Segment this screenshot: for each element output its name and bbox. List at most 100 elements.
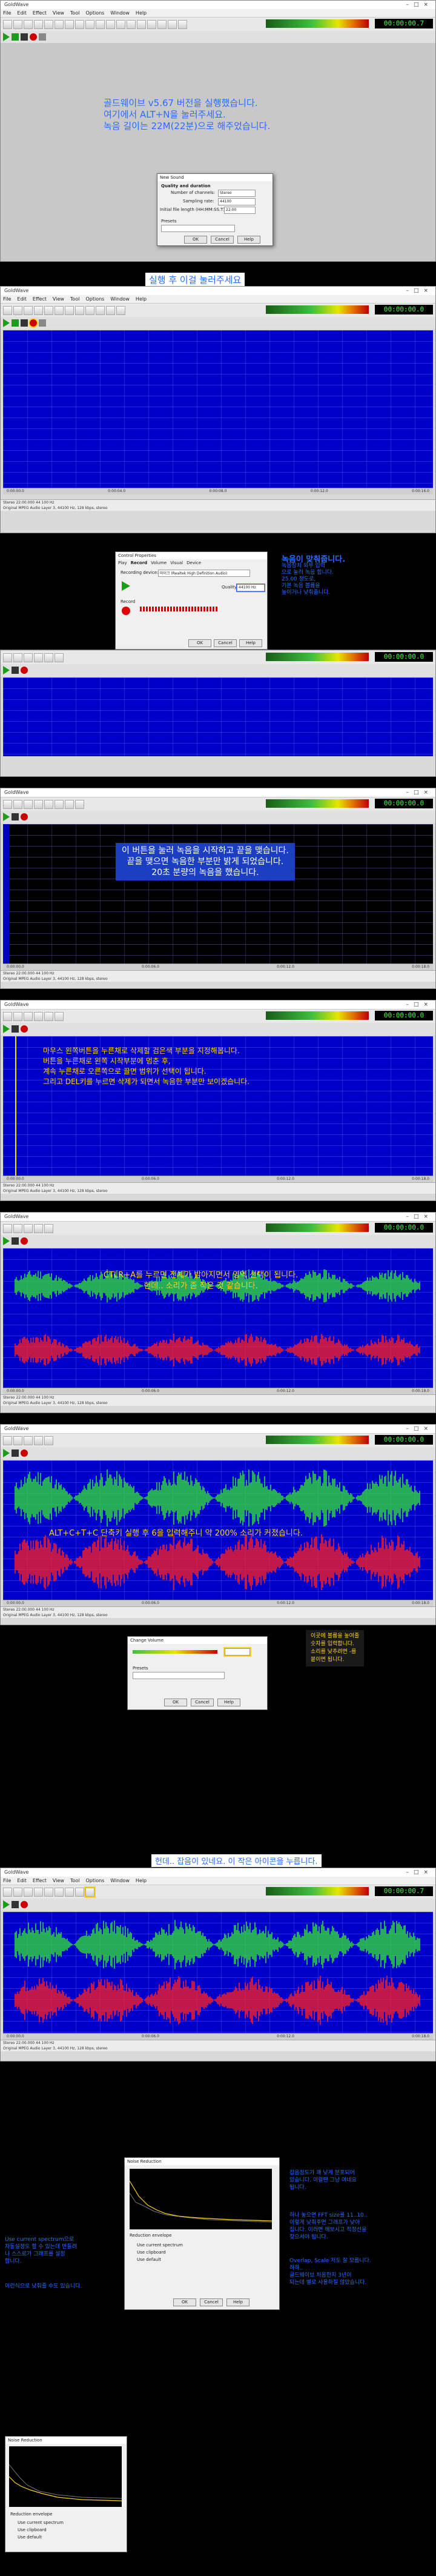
- menu-effect[interactable]: Effect: [33, 1877, 47, 1885]
- tab-device[interactable]: Device: [187, 561, 201, 565]
- spectrum-graph[interactable]: [129, 2169, 272, 2229]
- help-button[interactable]: Help: [226, 2298, 249, 2306]
- record-icon[interactable]: [21, 1025, 28, 1033]
- waveform-area[interactable]: [3, 1912, 433, 2033]
- volume-icon[interactable]: [96, 305, 105, 315]
- zoom-icon[interactable]: [65, 799, 74, 809]
- save-icon[interactable]: [24, 1887, 33, 1897]
- menu-edit[interactable]: Edit: [17, 9, 27, 17]
- cut-icon[interactable]: [34, 1436, 43, 1445]
- selection-start-marker[interactable]: [15, 1036, 16, 1176]
- tab-play[interactable]: Play: [118, 561, 127, 565]
- new-icon[interactable]: [3, 19, 12, 29]
- stop-icon[interactable]: [21, 319, 28, 327]
- cut-icon[interactable]: [34, 653, 43, 662]
- stop-icon[interactable]: [12, 1025, 19, 1033]
- window-controls[interactable]: –□×: [406, 788, 433, 797]
- volume-icon[interactable]: [137, 19, 146, 29]
- cancel-button[interactable]: Cancel: [211, 236, 234, 244]
- pause-icon[interactable]: [39, 33, 46, 41]
- cut-icon[interactable]: [34, 1223, 43, 1233]
- menu-help[interactable]: Help: [136, 1877, 147, 1885]
- paste-icon[interactable]: [54, 1011, 64, 1021]
- play-selection-icon[interactable]: [12, 33, 19, 41]
- new-icon[interactable]: [3, 1887, 12, 1897]
- option-clipboard[interactable]: Use clipboard: [137, 2250, 166, 2255]
- menu-view[interactable]: View: [53, 295, 64, 303]
- play-icon[interactable]: [3, 1449, 10, 1457]
- save-icon[interactable]: [24, 305, 33, 315]
- save-icon[interactable]: [24, 19, 33, 29]
- record-icon[interactable]: [21, 1237, 28, 1245]
- spectrum-graph[interactable]: [8, 2446, 122, 2507]
- copy-icon[interactable]: [44, 653, 53, 662]
- menu-window[interactable]: Window: [110, 295, 130, 303]
- play-icon[interactable]: [3, 1900, 10, 1909]
- effect-icon[interactable]: [157, 19, 167, 29]
- stop-icon[interactable]: [12, 1901, 19, 1908]
- ok-button[interactable]: OK: [188, 639, 211, 647]
- tab-record[interactable]: Record: [131, 561, 148, 565]
- new-icon[interactable]: [3, 799, 12, 809]
- volume-icon[interactable]: [75, 1887, 84, 1897]
- window-controls[interactable]: –□×: [406, 1213, 433, 1221]
- tab-visual[interactable]: Visual: [170, 561, 183, 565]
- option-clipboard[interactable]: Use clipboard: [18, 2528, 47, 2532]
- stop-icon[interactable]: [12, 667, 19, 674]
- stop-icon[interactable]: [12, 813, 19, 820]
- open-icon[interactable]: [13, 1887, 22, 1897]
- play-icon[interactable]: [3, 1025, 10, 1033]
- zoom-icon[interactable]: [85, 305, 94, 315]
- tab-volume[interactable]: Volume: [151, 561, 167, 565]
- copy-icon[interactable]: [44, 1436, 53, 1445]
- trim-icon[interactable]: [96, 19, 105, 29]
- stop-icon[interactable]: [21, 33, 28, 41]
- delete-icon[interactable]: [85, 19, 94, 29]
- play-icon[interactable]: [3, 33, 10, 41]
- paste-icon[interactable]: [54, 653, 64, 662]
- filter-icon[interactable]: [178, 19, 187, 29]
- save-icon[interactable]: [24, 1011, 33, 1021]
- open-icon[interactable]: [13, 305, 22, 315]
- ok-button[interactable]: OK: [164, 1699, 187, 1706]
- copy-icon[interactable]: [44, 1011, 53, 1021]
- new-icon[interactable]: [3, 1011, 12, 1021]
- menu-options[interactable]: Options: [85, 9, 104, 17]
- presets-select[interactable]: [161, 225, 235, 232]
- record-icon[interactable]: [21, 1449, 28, 1457]
- redo-icon[interactable]: [44, 19, 53, 29]
- copy-icon[interactable]: [44, 1887, 53, 1897]
- delete-icon[interactable]: [75, 305, 84, 315]
- window-controls[interactable]: –□×: [406, 1425, 433, 1433]
- play-icon[interactable]: [122, 581, 130, 591]
- stop-icon[interactable]: [12, 1237, 19, 1245]
- ok-button[interactable]: OK: [184, 236, 207, 244]
- menu-view[interactable]: View: [53, 9, 64, 17]
- new-icon[interactable]: [3, 1436, 12, 1445]
- play-icon[interactable]: [3, 1237, 10, 1245]
- play-icon[interactable]: [3, 666, 10, 674]
- play-icon[interactable]: [3, 319, 10, 327]
- menu-tool[interactable]: Tool: [70, 295, 80, 303]
- option-current-spectrum[interactable]: Use current spectrum: [137, 2243, 183, 2248]
- menu-effect[interactable]: Effect: [33, 295, 47, 303]
- new-icon[interactable]: [3, 305, 12, 315]
- channels-select[interactable]: Stereo: [218, 190, 256, 197]
- menu-help[interactable]: Help: [136, 9, 147, 17]
- help-button[interactable]: Help: [239, 639, 262, 647]
- menu-tool[interactable]: Tool: [70, 1877, 80, 1885]
- paste-icon[interactable]: [75, 19, 84, 29]
- help-button[interactable]: Help: [237, 236, 260, 244]
- waveform-area[interactable]: [3, 1248, 433, 1388]
- menu-window[interactable]: Window: [110, 1877, 130, 1885]
- cancel-button[interactable]: Cancel: [191, 1699, 214, 1706]
- device-select[interactable]: 마이크 (Realtek High Definition Audio): [158, 570, 250, 577]
- open-icon[interactable]: [13, 1436, 22, 1445]
- paste-icon[interactable]: [65, 305, 74, 315]
- save-icon[interactable]: [24, 653, 33, 662]
- pause-icon[interactable]: [39, 319, 46, 327]
- window-controls[interactable]: –□×: [406, 1, 433, 9]
- menu-effect[interactable]: Effect: [33, 9, 47, 17]
- noise-icon[interactable]: [147, 19, 156, 29]
- ok-button[interactable]: OK: [173, 2298, 196, 2306]
